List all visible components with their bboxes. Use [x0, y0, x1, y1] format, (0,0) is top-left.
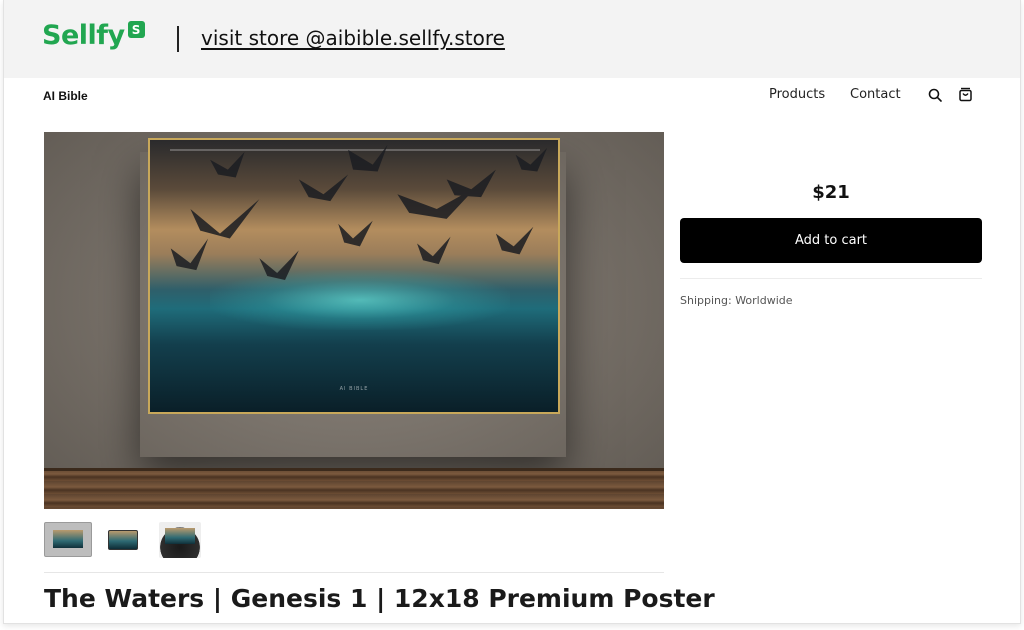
product-price: $21: [812, 182, 850, 203]
logo-badge-icon: S: [127, 21, 145, 38]
shipping-info: Shipping: Worldwide: [680, 294, 793, 307]
title-divider: [44, 572, 664, 573]
thumbnail-1[interactable]: [44, 522, 92, 557]
logo-text: Sellfy: [42, 20, 125, 51]
nav-link-contact[interactable]: Contact: [850, 87, 901, 102]
thumbnail-2[interactable]: [108, 530, 138, 550]
poster-caption: AI BIBLE: [339, 386, 369, 392]
store-name-link[interactable]: AI Bible: [43, 89, 88, 103]
details-divider: [680, 278, 982, 279]
store-navbar: AI Bible Products Contact: [4, 78, 1020, 114]
product-main-image[interactable]: AI BIBLE: [44, 132, 664, 509]
poster-artwork: AI BIBLE: [148, 138, 560, 414]
add-to-cart-button[interactable]: Add to cart: [680, 218, 982, 263]
nav-link-products[interactable]: Products: [769, 87, 825, 102]
floor-edge: [44, 468, 664, 471]
thumbnail-3-preview: [165, 528, 195, 544]
product-title: The Waters | Genesis 1 | 12x18 Premium P…: [44, 584, 715, 613]
sellfy-banner: Sellfy S visit store @aibible.sellfy.sto…: [4, 0, 1020, 78]
sellfy-logo[interactable]: Sellfy S: [42, 20, 145, 51]
birds-illustration: [170, 144, 548, 280]
search-icon[interactable]: [928, 88, 942, 102]
thumbnail-3[interactable]: [159, 522, 201, 558]
thumbnail-1-preview: [53, 530, 83, 548]
banner-divider: [177, 26, 179, 52]
browser-frame: Sellfy S visit store @aibible.sellfy.sto…: [3, 0, 1021, 624]
wooden-floor: [44, 468, 664, 509]
cart-icon[interactable]: [958, 87, 973, 102]
visit-store-link[interactable]: visit store @aibible.sellfy.store: [201, 26, 505, 50]
